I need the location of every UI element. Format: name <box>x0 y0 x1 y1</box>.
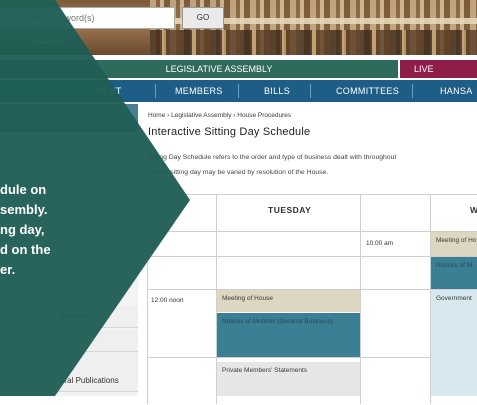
overlay-line: d on the <box>0 242 51 257</box>
building-arches <box>150 30 477 55</box>
side-item-blank[interactable] <box>0 330 138 352</box>
breadcrumb-procedures[interactable]: House Procedures <box>237 112 291 119</box>
go-button[interactable]: GO <box>182 7 224 29</box>
slot-wed-government[interactable]: Government <box>431 290 477 396</box>
page-title: Interactive Sitting Day Schedule <box>148 126 311 138</box>
overlay-line: sembly. <box>0 202 48 217</box>
time-1200: 12:00 noon <box>151 297 184 304</box>
nav-item-committees[interactable]: COMMITTEES <box>336 80 399 102</box>
overlay-line: er. <box>0 262 16 277</box>
grid-line <box>147 231 477 232</box>
overlay-text: dule on sembly. ng day, d on the er. <box>0 180 51 280</box>
slot-tue-private[interactable]: Private Members' Statements <box>217 362 360 396</box>
nav-separator <box>412 84 413 98</box>
grid-line <box>147 256 477 257</box>
time-1000: 10:00 am <box>366 240 394 247</box>
overlay-line: ng day, <box>0 222 45 237</box>
search-input[interactable] <box>0 7 175 29</box>
nav-separator <box>155 84 156 98</box>
nav-separator <box>238 84 239 98</box>
breadcrumb-assembly[interactable]: Legislative Assembly <box>171 112 231 119</box>
nav-item-parliament[interactable]: MENT <box>95 80 122 102</box>
side-item-publications[interactable]: ural Publications <box>0 370 138 392</box>
slot-wed-notices[interactable]: Notices of M <box>431 257 477 289</box>
nav-item-bills[interactable]: BILLS <box>264 80 290 102</box>
day-header-tuesday: TUESDAY <box>268 205 312 215</box>
live-tab[interactable]: LIVE <box>400 60 477 78</box>
day-header-wednesday: W <box>470 205 477 215</box>
slot-tue-meeting[interactable]: Meeting of House <box>217 290 360 312</box>
intro-line: n each sitting day may be varied by reso… <box>148 169 329 176</box>
grid-line <box>147 357 477 358</box>
grid-line <box>360 194 361 404</box>
overlay-line: dule on <box>0 182 47 197</box>
intro-line: Sitting Day Schedule refers to the order… <box>148 154 397 161</box>
breadcrumb: Home › Legislative Assembly › House Proc… <box>148 112 291 119</box>
intro-text: Sitting Day Schedule refers to the order… <box>148 150 477 180</box>
header-banner: GO Site Links <box>0 0 477 55</box>
main-nav: MENT MEMBERS BILLS COMMITTEES HANSA <box>0 80 477 102</box>
slot-tue-notices[interactable]: Notices of Motions (General Business) <box>217 313 360 357</box>
nav-item-members[interactable]: MEMBERS <box>175 80 223 102</box>
nav-item-hansard[interactable]: HANSA <box>440 80 473 102</box>
breadcrumb-home[interactable]: Home <box>148 112 165 119</box>
nav-separator <box>310 84 311 98</box>
assembly-bar[interactable]: LEGISLATIVE ASSEMBLY <box>0 60 398 78</box>
grid-line <box>147 194 148 404</box>
site-link[interactable]: Site Links <box>34 36 64 43</box>
slot-wed-meeting[interactable]: Meeting of Ho <box>431 232 477 256</box>
side-item-business[interactable]: usiness <box>0 306 138 328</box>
side-nav-header <box>0 104 138 132</box>
